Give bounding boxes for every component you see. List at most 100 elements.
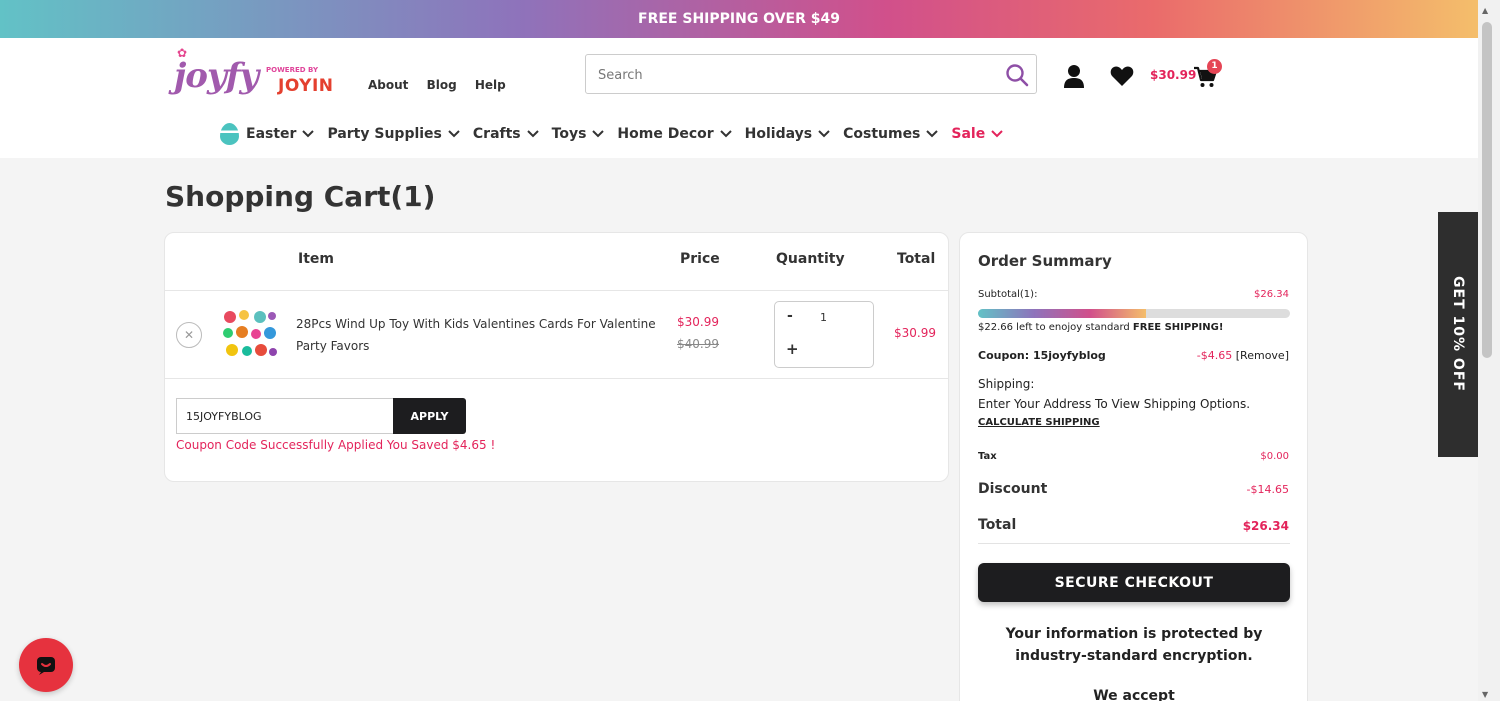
security-notice-line1: Your information is protected by <box>1005 626 1263 642</box>
side-tab-label: GET 10% OFF <box>1450 276 1466 392</box>
nav-label: Toys <box>551 126 587 142</box>
nav-item-easter[interactable]: Easter <box>220 123 315 145</box>
scroll-up-arrow-icon[interactable]: ▲ <box>1482 6 1488 15</box>
coupon-code-input[interactable] <box>176 398 393 434</box>
summary-divider <box>978 543 1290 544</box>
product-thumbnail[interactable] <box>220 307 277 361</box>
nav-item-toys[interactable]: Toys <box>552 126 605 142</box>
scrollbar-thumb[interactable] <box>1482 22 1492 358</box>
tax-label: Tax <box>978 451 997 462</box>
chevron-down-icon <box>926 130 939 138</box>
nav-label: Costumes <box>843 126 921 142</box>
free-shipping-bold: FREE SHIPPING! <box>1132 322 1224 333</box>
chevron-down-icon <box>302 130 315 138</box>
nav-label: Crafts <box>472 126 521 142</box>
header-total: Total <box>897 251 936 267</box>
cart-table-header: Item Price Quantity Total <box>165 233 948 291</box>
cart-count-badge: 1 <box>1207 59 1222 74</box>
nav-item-crafts[interactable]: Crafts <box>473 126 539 142</box>
blog-link[interactable]: Blog <box>427 78 457 92</box>
nav-label: Home Decor <box>617 126 714 142</box>
nav-item-party-supplies[interactable]: Party Supplies <box>327 126 460 142</box>
free-shipping-amount: $22.66 <box>978 322 1013 333</box>
secure-checkout-button[interactable]: SECURE CHECKOUT <box>978 563 1290 602</box>
promo-banner: FREE SHIPPING OVER $49 <box>0 0 1478 38</box>
apply-coupon-button[interactable]: APPLY <box>393 398 466 434</box>
free-shipping-message: $22.66 left to enojoy standard FREE SHIP… <box>978 322 1223 333</box>
wishlist-heart-icon[interactable] <box>1110 65 1134 87</box>
joyfy-logo[interactable]: ✿ joyfy POWERED BY JOYIN <box>172 46 342 98</box>
header-item: Item <box>298 251 334 267</box>
calculate-shipping-link[interactable]: CALCULATE SHIPPING <box>978 417 1100 428</box>
logo-joyin: JOYIN <box>278 76 334 96</box>
chevron-down-icon <box>448 130 460 138</box>
discount-value: -$14.65 <box>1246 483 1289 496</box>
logo-powered-by: POWERED BY <box>266 66 319 74</box>
remove-item-button[interactable]: ✕ <box>176 322 202 348</box>
account-icon[interactable] <box>1063 64 1085 88</box>
page-title: Shopping Cart(1) <box>165 180 436 213</box>
nav-label: Sale <box>951 126 986 142</box>
search-bar <box>585 54 1037 94</box>
tax-value: $0.00 <box>1260 451 1289 462</box>
subtotal-label: Subtotal(1): <box>978 289 1038 300</box>
chevron-down-icon <box>991 130 1003 138</box>
order-summary: Order Summary Subtotal(1): $26.34 $22.66… <box>959 232 1308 701</box>
chat-face-icon <box>37 657 55 675</box>
product-original-price: $40.99 <box>677 337 719 351</box>
top-links: About Blog Help <box>368 78 520 92</box>
nav-label: Easter <box>246 126 297 142</box>
quantity-increase-button[interactable]: + <box>786 340 799 358</box>
nav-item-costumes[interactable]: Costumes <box>843 126 939 142</box>
site-header: ✿ joyfy POWERED BY JOYIN About Blog Help… <box>0 38 1478 158</box>
order-summary-title: Order Summary <box>978 252 1112 270</box>
cart-item-row: ✕ 28Pcs Wind Up Toy With Kids Valentines… <box>165 291 948 379</box>
nav-item-home-decor[interactable]: Home Decor <box>617 126 732 142</box>
quantity-decrease-button[interactable]: - <box>787 308 793 324</box>
chevron-down-icon <box>818 130 830 138</box>
shipping-text: Enter Your Address To View Shipping Opti… <box>978 397 1251 411</box>
quantity-value[interactable]: 1 <box>820 311 827 324</box>
applied-coupon-label: Coupon: 15joyfyblog <box>978 349 1106 362</box>
help-link[interactable]: Help <box>475 78 506 92</box>
header-price: Price <box>680 251 720 267</box>
nav-item-holidays[interactable]: Holidays <box>745 126 830 142</box>
scroll-down-arrow-icon[interactable]: ▼ <box>1482 690 1488 699</box>
free-shipping-text: left to enojoy standard <box>1013 322 1133 333</box>
item-total: $30.99 <box>894 326 936 340</box>
cart-price[interactable]: $30.99 <box>1150 68 1196 82</box>
search-input[interactable] <box>598 64 998 86</box>
cart-panel: Item Price Quantity Total ✕ 28Pcs Wind U… <box>164 232 949 482</box>
product-name[interactable]: 28Pcs Wind Up Toy With Kids Valentines C… <box>296 313 666 357</box>
subtotal-value: $26.34 <box>1254 289 1289 300</box>
chevron-down-icon <box>719 130 732 138</box>
nav-label: Holidays <box>744 126 813 142</box>
logo-text: joyfy <box>174 56 259 96</box>
chevron-down-icon <box>526 130 539 138</box>
product-sale-price: $30.99 <box>677 315 719 329</box>
coupon-success-message: Coupon Code Successfully Applied You Sav… <box>176 438 496 452</box>
coupon-amount: -$4.65 <box>1196 349 1233 362</box>
free-shipping-progress <box>978 309 1290 318</box>
main-nav: Easter Party Supplies Crafts Toys Home D… <box>220 122 1016 146</box>
security-notice-line2: industry-standard encryption. <box>1015 648 1253 664</box>
total-value: $26.34 <box>1242 519 1289 533</box>
applied-coupon-value: -$4.65 [Remove] <box>1197 349 1289 362</box>
total-label: Total <box>978 517 1017 533</box>
progress-fill <box>978 309 1147 318</box>
nav-label: Party Supplies <box>327 126 442 142</box>
quantity-stepper: - 1 + <box>774 301 874 368</box>
about-link[interactable]: About <box>368 78 408 92</box>
easter-egg-icon <box>220 123 239 145</box>
chevron-down-icon <box>592 130 605 138</box>
security-notice: Your information is protected by industr… <box>978 623 1290 667</box>
chat-support-button[interactable] <box>19 638 73 692</box>
discount-side-tab[interactable]: GET 10% OFF <box>1438 212 1478 457</box>
discount-label: Discount <box>978 481 1048 497</box>
remove-coupon-link[interactable]: [Remove] <box>1236 349 1289 362</box>
header-quantity: Quantity <box>776 251 845 267</box>
shipping-label: Shipping: <box>978 377 1035 391</box>
we-accept-label: We accept <box>1093 688 1175 701</box>
search-icon[interactable] <box>1004 62 1030 88</box>
nav-item-sale[interactable]: Sale <box>951 126 1003 142</box>
